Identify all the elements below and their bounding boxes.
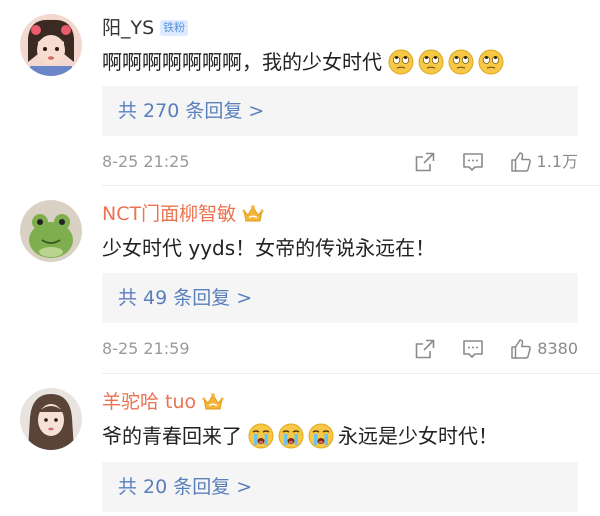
user-avatar[interactable] [20,14,82,76]
comment-date: 8-25 21:59 [102,339,190,358]
comment-text: 啊啊啊啊啊啊啊，我的少女时代 [102,48,504,76]
comment-text-after: 永远是少女时代！ [338,424,498,448]
view-replies-link[interactable]: 共 270 条回复 > [118,86,264,136]
view-replies-link[interactable]: 共 49 条回复 > [118,273,252,323]
rolling-eyes-emoji [478,49,504,75]
user-avatar[interactable] [20,388,82,450]
comment-date: 8-25 21:25 [102,152,190,171]
comment-actions: 8380 [413,337,578,361]
share-icon[interactable] [413,337,437,361]
like-icon[interactable] [509,337,533,361]
username[interactable]: 阳_YS 铁粉 [102,16,189,40]
username-text[interactable]: NCT门面柳智敏 [102,202,236,226]
username-text[interactable]: 阳_YS [102,16,154,40]
rolling-eyes-emoji [448,49,474,75]
crying-emoji [278,423,304,449]
comment-item: 阳_YS 铁粉 啊啊啊啊啊啊啊，我的少女时代 共 270 条回复 > 8-25 … [0,0,600,186]
comment-text-before: 爷的青春回来了 [102,424,242,448]
user-avatar[interactable] [20,200,82,262]
like-count: 8380 [537,339,578,358]
comment-text-content: 啊啊啊啊啊啊啊，我的少女时代 [102,50,382,74]
like-count: 1.1万 [536,152,578,171]
fan-badge: 铁粉 [160,20,189,36]
view-replies-link[interactable]: 共 20 条回复 > [118,462,252,512]
replies-box[interactable]: 共 49 条回复 > [102,273,578,323]
member-crown-icon [202,392,224,412]
username-text[interactable]: 羊驼哈 tuo [102,390,196,414]
comment-item: NCT门面柳智敏 少女时代 yyds！女帝的传说永远在！ 共 49 条回复 > … [0,186,600,374]
comment-text-content: 少女时代 yyds！女帝的传说永远在！ [102,236,436,260]
username[interactable]: 羊驼哈 tuo [102,390,224,414]
comment-icon[interactable] [461,150,485,174]
username[interactable]: NCT门面柳智敏 [102,202,264,226]
comment-item: 羊驼哈 tuo 爷的青春回来了 永远是少女时代！ 共 20 条回复 > [0,374,600,516]
crying-emoji [248,423,274,449]
comment-actions: 1.1万 [413,150,578,174]
comment-text: 少女时代 yyds！女帝的传说永远在！ [102,234,435,262]
crying-emoji [308,423,334,449]
replies-box[interactable]: 共 270 条回复 > [102,86,578,136]
comment-text: 爷的青春回来了 永远是少女时代！ [102,422,498,450]
like-icon[interactable] [509,150,533,174]
replies-box[interactable]: 共 20 条回复 > [102,462,578,512]
comment-icon[interactable] [461,337,485,361]
share-icon[interactable] [413,150,437,174]
member-crown-icon [242,204,264,224]
rolling-eyes-emoji [418,49,444,75]
rolling-eyes-emoji [388,49,414,75]
